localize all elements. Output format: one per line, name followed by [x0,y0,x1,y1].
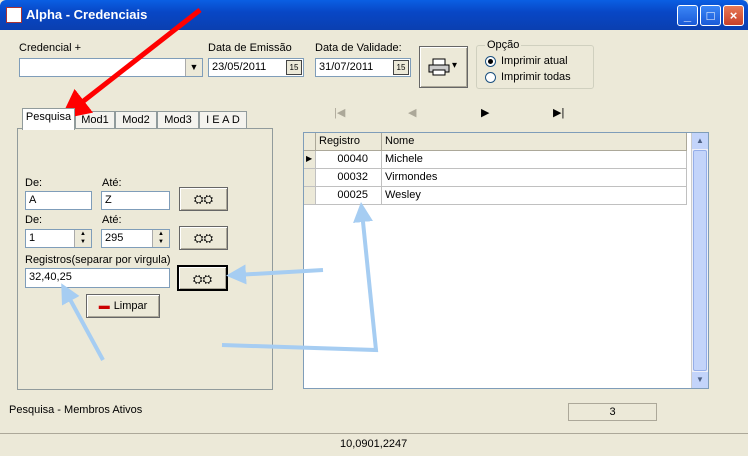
nav-prev-button[interactable]: ◀ [408,106,416,119]
tab-mod1[interactable]: Mod1 [75,111,115,129]
window-title: Alpha - Credenciais [26,7,148,22]
opcao-label: Opção [485,39,522,51]
table-row-nome[interactable]: Virmondes [382,169,687,187]
record-count: 3 [568,403,657,421]
tab-iead[interactable]: I E A D [199,111,247,129]
table-row-nome[interactable]: Wesley [382,187,687,205]
print-dropdown-arrow: ▾ [452,60,458,71]
row-indicator [304,169,316,187]
grid-header-nome[interactable]: Nome [382,133,687,151]
credencial-label: Credencial + [19,42,82,54]
emissao-date-field[interactable]: 23/05/2011 15 [208,58,304,77]
grid-indicator-header [304,133,316,151]
de2-value: 1 [29,232,36,244]
status-separator [0,433,748,434]
search-registros-button[interactable]: ⛭⛭ [177,265,228,291]
grid-header-registro[interactable]: Registro [316,133,382,151]
validade-date-field[interactable]: 31/07/2011 15 [315,58,411,77]
nav-last-button[interactable]: ▶| [553,106,564,119]
radio-imprimir-atual-label: Imprimir atual [501,55,568,67]
limpar-label: Limpar [113,300,148,312]
calendar-icon[interactable]: 15 [393,60,409,75]
ate1-label: Até: [102,177,122,189]
nav-first-button[interactable]: |◀ [334,106,345,119]
minimize-button[interactable]: _ [677,5,698,26]
grid-scrollbar[interactable]: ▲ ▼ [691,133,708,388]
de2-stepper[interactable]: 1 ▲ ▼ [25,229,92,248]
validade-value: 31/07/2011 [319,61,374,73]
credencial-dropdown[interactable]: ▼ [19,58,203,77]
table-row-registro[interactable]: 00025 [316,187,382,205]
radio-imprimir-atual[interactable] [485,56,496,67]
binoculars-icon: ⛭⛭ [192,272,213,286]
limpar-button[interactable]: ▬ Limpar [86,294,160,318]
nav-next-button[interactable]: ▶ [481,106,489,119]
registros-input[interactable]: 32,40,25 [25,268,170,288]
status-footer: 10,0901,2247 [340,438,408,450]
scroll-up-icon[interactable]: ▲ [692,133,708,149]
search-number-button[interactable]: ⛭⛭ [179,226,228,250]
ate1-input[interactable]: Z [101,191,170,210]
spin-buttons[interactable]: ▲ ▼ [152,230,169,247]
tab-mod2[interactable]: Mod2 [115,111,157,129]
emissao-value: 23/05/2011 [212,61,267,73]
search-name-button[interactable]: ⛭⛭ [179,187,228,211]
tab-mod3[interactable]: Mod3 [157,111,199,129]
binoculars-icon: ⛭⛭ [193,231,214,245]
scroll-down-icon[interactable]: ▼ [692,372,708,388]
scroll-thumb[interactable] [693,150,707,371]
binoculars-icon: ⛭⛭ [193,192,214,206]
app-icon [6,7,22,23]
print-button[interactable]: ▾ [419,46,468,88]
ate2-label: Até: [102,214,122,226]
chevron-down-icon[interactable]: ▼ [185,59,202,76]
maximize-button[interactable]: □ [700,5,721,26]
title-bar[interactable]: Alpha - Credenciais _ □ × [0,0,748,30]
spin-buttons[interactable]: ▲ ▼ [74,230,91,247]
results-grid[interactable]: Registro Nome ▶ 00040 Michele 00032 Virm… [303,132,709,389]
calendar-icon[interactable]: 15 [286,60,302,75]
validade-label: Data de Validade: [315,42,402,54]
emissao-label: Data de Emissão [208,42,292,54]
tab-pesquisa[interactable]: Pesquisa [22,108,75,130]
table-row-nome[interactable]: Michele [382,151,687,169]
de1-input[interactable]: A [25,191,92,210]
eraser-icon: ▬ [98,300,110,312]
printer-icon [428,58,450,76]
table-row-registro[interactable]: 00032 [316,169,382,187]
de2-label: De: [25,214,43,226]
radio-imprimir-todas-label: Imprimir todas [501,71,571,83]
radio-imprimir-todas[interactable] [485,72,496,83]
registros-label: Registros(separar por virgula) [25,254,171,266]
status-text: Pesquisa - Membros Ativos [9,404,143,416]
row-indicator-icon: ▶ [304,151,316,169]
de1-label: De: [25,177,43,189]
row-indicator [304,187,316,205]
ate2-value: 295 [105,232,124,244]
ate2-stepper[interactable]: 295 ▲ ▼ [101,229,170,248]
app-window: Alpha - Credenciais _ □ × Credencial + ▼… [0,0,748,456]
close-button[interactable]: × [723,5,744,26]
table-row-registro[interactable]: 00040 [316,151,382,169]
